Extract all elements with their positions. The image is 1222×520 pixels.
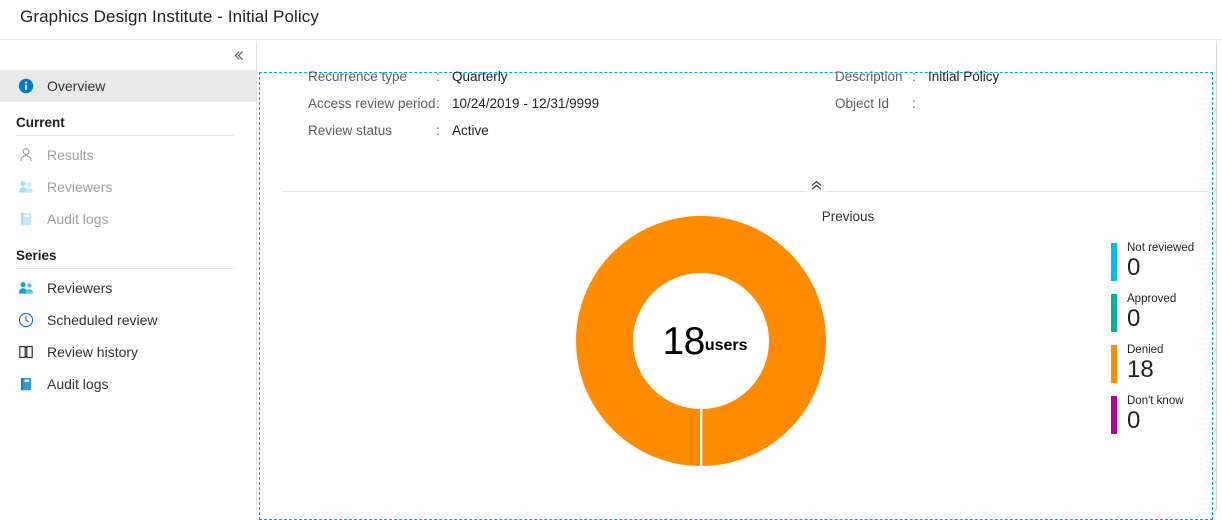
property-value: Active — [452, 123, 489, 138]
legend-label: Not reviewed — [1127, 241, 1221, 255]
legend-swatch — [1111, 243, 1117, 281]
property-key: Object Id — [835, 96, 912, 111]
sidebar-divider — [16, 135, 234, 136]
property-object-id: Object Id : — [835, 96, 999, 123]
legend-swatch — [1111, 396, 1117, 434]
sidebar-item-overview[interactable]: Overview — [0, 70, 256, 102]
sidebar-item-series-reviewers[interactable]: Reviewers — [0, 272, 256, 304]
sidebar-item-current-results[interactable]: Results — [0, 139, 256, 171]
sidebar-item-label: Scheduled review — [47, 312, 158, 328]
sidebar-item-label: Overview — [47, 78, 105, 94]
legend-item-denied[interactable]: Denied 18 — [1111, 343, 1221, 394]
legend-item-approved[interactable]: Approved 0 — [1111, 292, 1221, 343]
property-colon: : — [436, 123, 446, 138]
clock-icon — [16, 310, 36, 330]
sidebar-item-label: Reviewers — [47, 179, 112, 195]
donut-gap — [700, 389, 702, 469]
page-title: Graphics Design Institute - Initial Poli… — [20, 7, 319, 27]
people-icon — [16, 278, 36, 298]
property-colon: : — [912, 69, 922, 84]
property-key: Recurrence type — [308, 69, 436, 84]
sidebar-divider — [16, 268, 234, 269]
properties-column-right: Description : Initial Policy Object Id : — [835, 69, 999, 123]
content-area: Recurrence type : Quarterly Access revie… — [258, 41, 1222, 510]
legend-label: Denied — [1127, 343, 1221, 357]
legend-count: 0 — [1127, 306, 1221, 332]
log-book-icon — [16, 374, 36, 394]
properties-column-left: Recurrence type : Quarterly Access revie… — [308, 69, 599, 150]
legend-item-not-reviewed[interactable]: Not reviewed 0 — [1111, 241, 1221, 292]
property-review-status: Review status : Active — [308, 123, 599, 150]
sidebar-item-series-scheduled-review[interactable]: Scheduled review — [0, 304, 256, 336]
property-value: Initial Policy — [928, 69, 999, 84]
legend-swatch — [1111, 345, 1117, 383]
legend-label: Approved — [1127, 292, 1221, 306]
sidebar-group-title-current: Current — [0, 102, 256, 135]
log-book-icon — [16, 209, 36, 229]
sidebar: Overview Current Results Reviewers — [0, 41, 257, 510]
property-value: Quarterly — [452, 69, 508, 84]
chart-legend: Not reviewed 0 Approved 0 Denied 18 Don'… — [1111, 241, 1221, 445]
sidebar-item-current-reviewers[interactable]: Reviewers — [0, 171, 256, 203]
sidebar-item-label: Review history — [47, 344, 138, 360]
property-key: Description — [835, 69, 912, 84]
property-description: Description : Initial Policy — [835, 69, 999, 96]
property-recurrence-type: Recurrence type : Quarterly — [308, 69, 599, 96]
person-icon — [16, 145, 36, 165]
legend-item-dont-know[interactable]: Don't know 0 — [1111, 394, 1221, 445]
properties-divider — [282, 191, 1208, 192]
sidebar-item-label: Audit logs — [47, 211, 108, 227]
legend-label: Don't know — [1127, 394, 1221, 408]
donut-chart: 18 users — [575, 211, 835, 511]
sidebar-item-label: Results — [47, 147, 94, 163]
legend-count: 0 — [1127, 255, 1221, 281]
sidebar-item-series-review-history[interactable]: Review history — [0, 336, 256, 368]
info-icon — [16, 76, 36, 96]
property-access-review-period: Access review period : 10/24/2019 - 12/3… — [308, 96, 599, 123]
property-colon: : — [436, 96, 446, 111]
property-key: Access review period — [308, 96, 436, 111]
chevron-double-left-icon[interactable] — [228, 45, 248, 65]
sidebar-collapse-row — [0, 41, 256, 70]
open-book-icon — [16, 342, 36, 362]
property-value: 10/24/2019 - 12/31/9999 — [452, 96, 599, 111]
sidebar-item-label: Reviewers — [47, 280, 112, 296]
sidebar-item-label: Audit logs — [47, 376, 108, 392]
legend-count: 18 — [1127, 357, 1221, 383]
sidebar-item-current-audit-logs[interactable]: Audit logs — [0, 203, 256, 235]
property-colon: : — [436, 69, 446, 84]
sidebar-item-series-audit-logs[interactable]: Audit logs — [0, 368, 256, 400]
chevron-double-up-icon[interactable] — [807, 178, 825, 192]
people-icon — [16, 177, 36, 197]
property-colon: : — [912, 96, 922, 111]
sidebar-group-title-series: Series — [0, 235, 256, 268]
page-header: Graphics Design Institute - Initial Poli… — [0, 0, 1222, 40]
legend-count: 0 — [1127, 408, 1221, 434]
property-key: Review status — [308, 123, 436, 138]
legend-swatch — [1111, 294, 1117, 332]
